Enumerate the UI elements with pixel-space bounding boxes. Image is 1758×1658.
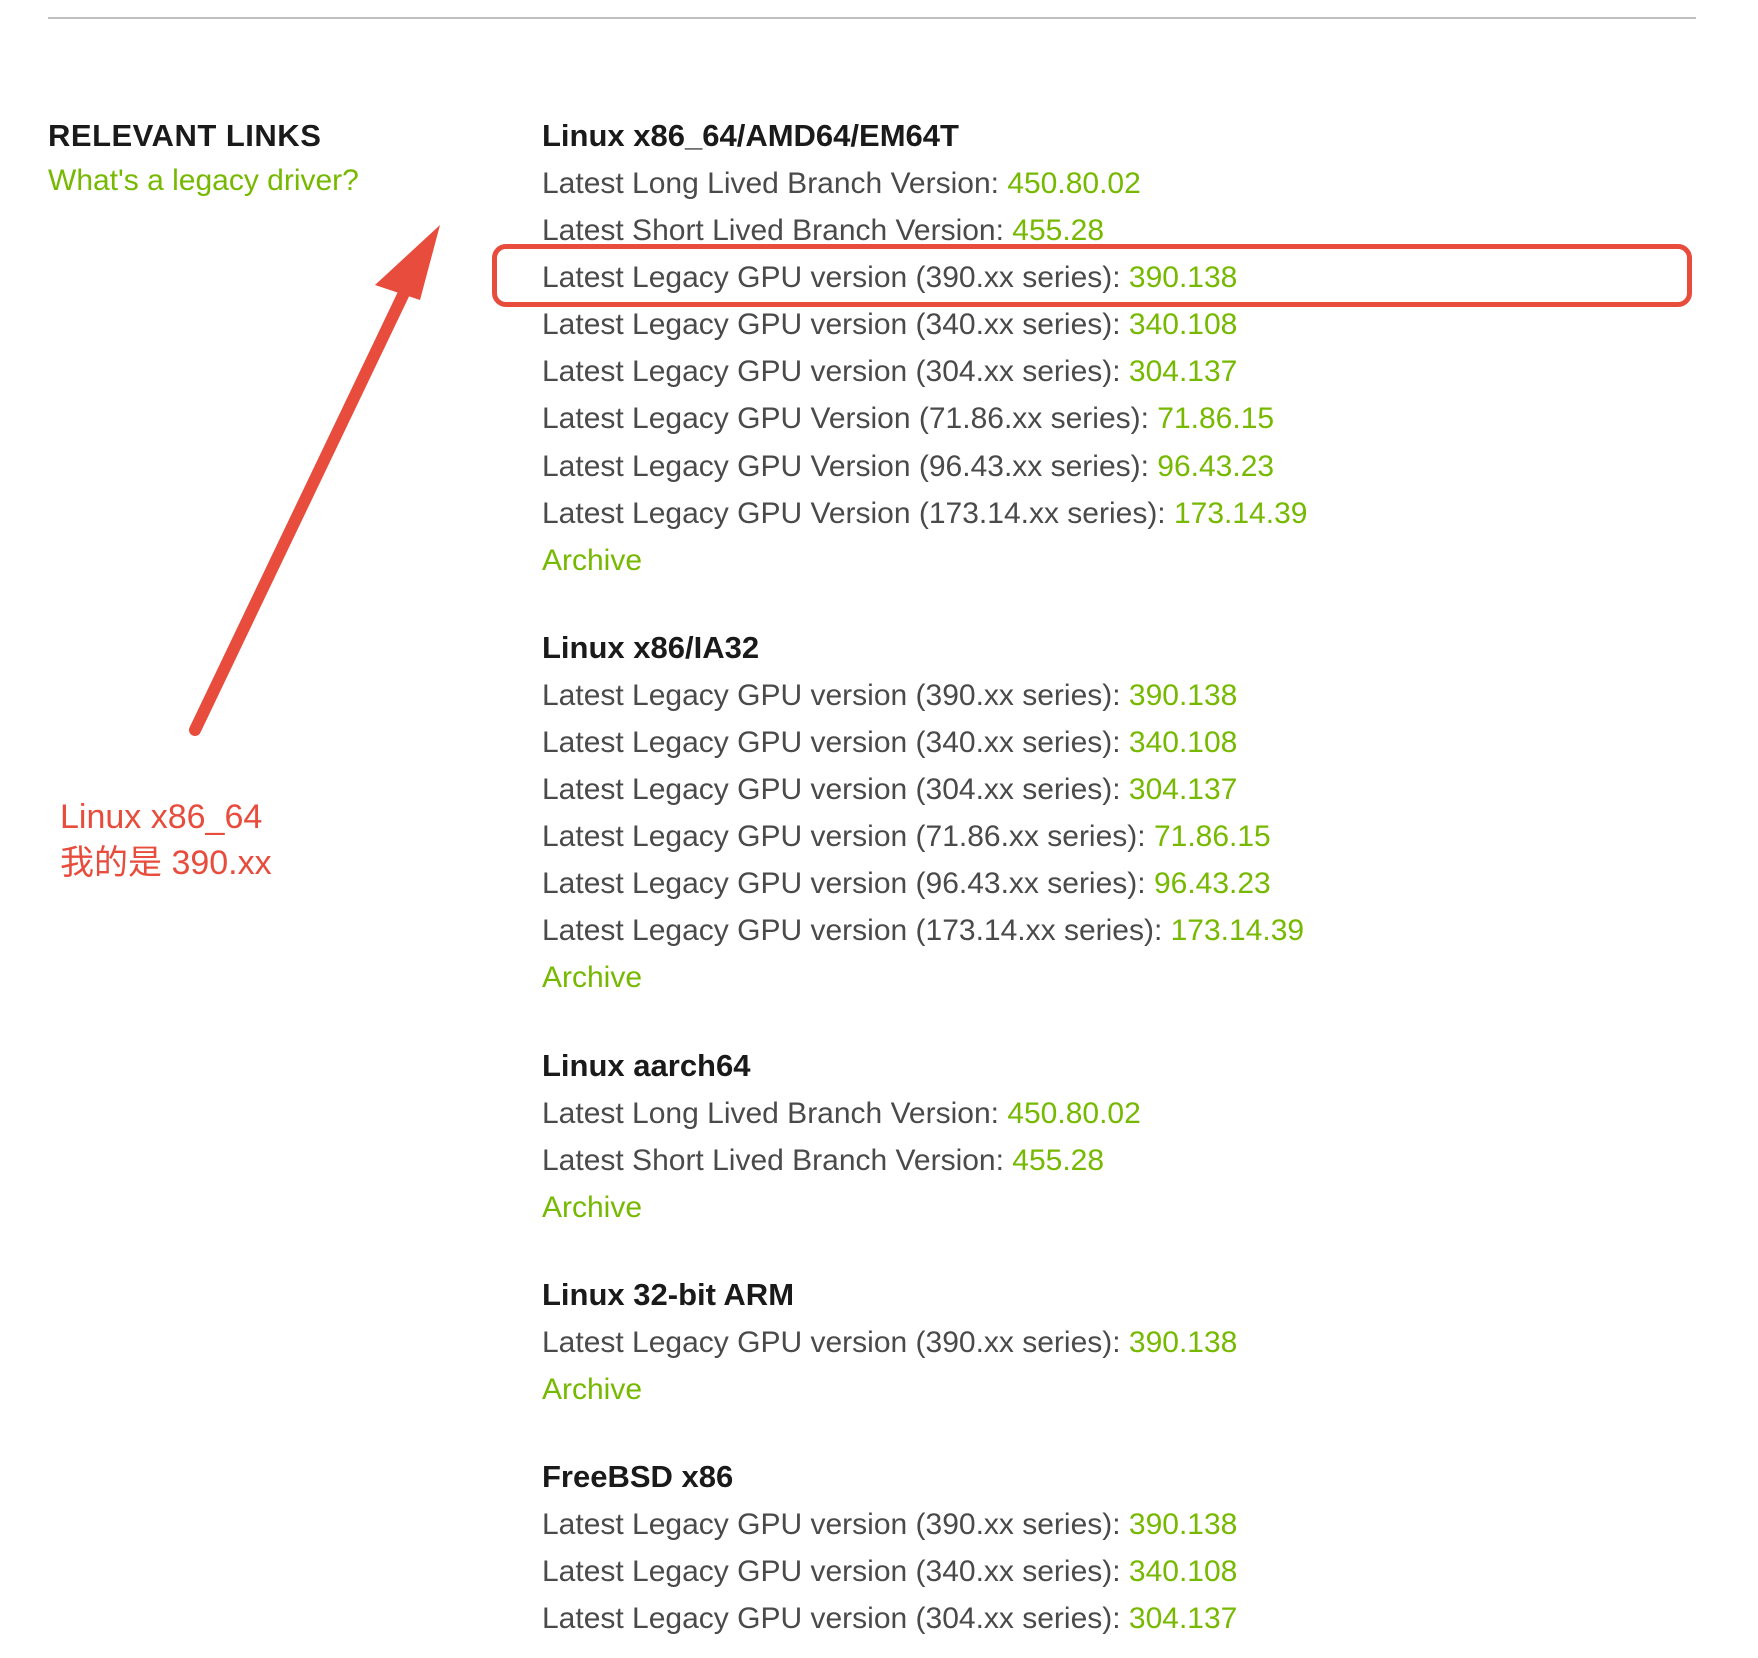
driver-entry-label: Latest Legacy GPU version (304.xx series… <box>542 773 1129 806</box>
driver-entry: Latest Legacy GPU Version (71.86.xx seri… <box>542 395 1642 442</box>
driver-version-link[interactable]: 173.14.39 <box>1171 914 1304 947</box>
driver-entry-label: Latest Legacy GPU version (390.xx series… <box>542 1508 1129 1541</box>
driver-entry: Latest Legacy GPU version (304.xx series… <box>542 766 1642 813</box>
driver-version-link[interactable]: 340.108 <box>1129 308 1237 341</box>
driver-version-link[interactable]: 450.80.02 <box>1007 1097 1140 1130</box>
driver-version-link[interactable]: 71.86.15 <box>1154 820 1271 853</box>
driver-entry-label: Latest Legacy GPU version (340.xx series… <box>542 1555 1129 1588</box>
driver-entry-label: Latest Legacy GPU version (96.43.xx seri… <box>542 867 1154 900</box>
driver-entry: Latest Legacy GPU version (173.14.xx ser… <box>542 907 1642 954</box>
driver-entry-label: Latest Long Lived Branch Version: <box>542 1097 1007 1130</box>
driver-version-link[interactable]: 390.138 <box>1129 1326 1237 1359</box>
driver-version-link[interactable]: 390.138 <box>1129 679 1237 712</box>
arrow-annotation <box>140 210 540 810</box>
section-gap <box>542 1002 1642 1048</box>
driver-entry-label: Latest Legacy GPU version (340.xx series… <box>542 726 1129 759</box>
driver-entry-label: Latest Legacy GPU Version (96.43.xx seri… <box>542 450 1157 483</box>
driver-entry-label: Latest Legacy GPU Version (71.86.xx seri… <box>542 402 1157 435</box>
driver-entry: Latest Short Lived Branch Version: 455.2… <box>542 207 1642 254</box>
driver-entry-label: Latest Legacy GPU version (390.xx series… <box>542 679 1129 712</box>
section-gap <box>542 584 1642 630</box>
platform-title: Linux x86/IA32 <box>542 630 1642 666</box>
driver-entry-label: Latest Short Lived Branch Version: <box>542 214 1012 247</box>
driver-entry: Latest Long Lived Branch Version: 450.80… <box>542 160 1642 207</box>
driver-entry: Latest Legacy GPU version (390.xx series… <box>542 1501 1642 1548</box>
driver-entry: Latest Legacy GPU version (340.xx series… <box>542 301 1642 348</box>
driver-version-link[interactable]: 304.137 <box>1129 355 1237 388</box>
driver-version-link[interactable]: 340.108 <box>1129 726 1237 759</box>
driver-entry: Latest Legacy GPU version (304.xx series… <box>542 348 1642 395</box>
section-gap <box>542 1231 1642 1277</box>
driver-entry-label: Latest Legacy GPU version (340.xx series… <box>542 308 1129 341</box>
driver-entry-label: Latest Legacy GPU version (304.xx series… <box>542 1602 1129 1635</box>
annotation-line-2: 我的是 390.xx <box>60 841 272 887</box>
driver-entry-label: Latest Legacy GPU version (390.xx series… <box>542 261 1129 294</box>
archive-link[interactable]: Archive <box>542 954 1642 1001</box>
driver-entry: Latest Long Lived Branch Version: 450.80… <box>542 1090 1642 1137</box>
section-gap <box>542 1413 1642 1459</box>
platform-title: FreeBSD x86 <box>542 1459 1642 1495</box>
driver-entry-label: Latest Legacy GPU version (304.xx series… <box>542 355 1129 388</box>
platform-title: Linux aarch64 <box>542 1048 1642 1084</box>
annotation-line-1: Linux x86_64 <box>60 795 272 841</box>
driver-version-link[interactable]: 450.80.02 <box>1007 167 1140 200</box>
driver-entry: Latest Short Lived Branch Version: 455.2… <box>542 1137 1642 1184</box>
driver-entry: Latest Legacy GPU version (340.xx series… <box>542 1548 1642 1595</box>
driver-version-link[interactable]: 96.43.23 <box>1157 450 1274 483</box>
driver-entry: Latest Legacy GPU version (390.xx series… <box>542 672 1642 719</box>
driver-version-link[interactable]: 173.14.39 <box>1174 497 1307 530</box>
driver-version-link[interactable]: 455.28 <box>1012 1144 1104 1177</box>
driver-version-link[interactable]: 455.28 <box>1012 214 1104 247</box>
driver-entry: Latest Legacy GPU version (390.xx series… <box>542 254 1642 301</box>
driver-version-link[interactable]: 390.138 <box>1129 261 1237 294</box>
horizontal-divider <box>48 17 1696 19</box>
driver-version-link[interactable]: 304.137 <box>1129 1602 1237 1635</box>
driver-entry: Latest Legacy GPU Version (96.43.xx seri… <box>542 443 1642 490</box>
annotation-text: Linux x86_64 我的是 390.xx <box>60 795 272 887</box>
driver-version-link[interactable]: 340.108 <box>1129 1555 1237 1588</box>
driver-entry: Latest Legacy GPU version (71.86.xx seri… <box>542 813 1642 860</box>
archive-link[interactable]: Archive <box>542 1366 1642 1413</box>
driver-entry-label: Latest Long Lived Branch Version: <box>542 167 1007 200</box>
platform-title: Linux x86_64/AMD64/EM64T <box>542 118 1642 154</box>
driver-entry-label: Latest Short Lived Branch Version: <box>542 1144 1012 1177</box>
sidebar: RELEVANT LINKS What's a legacy driver? <box>48 118 488 198</box>
archive-link[interactable]: Archive <box>542 1184 1642 1231</box>
platform-title: Linux 32-bit ARM <box>542 1277 1642 1313</box>
driver-entry-label: Latest Legacy GPU version (390.xx series… <box>542 1326 1129 1359</box>
driver-entry-label: Latest Legacy GPU version (71.86.xx seri… <box>542 820 1154 853</box>
driver-listing: Linux x86_64/AMD64/EM64T Latest Long Live… <box>542 118 1642 1642</box>
driver-entry: Latest Legacy GPU version (96.43.xx seri… <box>542 860 1642 907</box>
driver-entry: Latest Legacy GPU version (390.xx series… <box>542 1319 1642 1366</box>
driver-version-link[interactable]: 71.86.15 <box>1157 402 1274 435</box>
driver-version-link[interactable]: 304.137 <box>1129 773 1237 806</box>
driver-entry-label: Latest Legacy GPU version (173.14.xx ser… <box>542 914 1171 947</box>
driver-version-link[interactable]: 390.138 <box>1129 1508 1237 1541</box>
legacy-driver-link[interactable]: What's a legacy driver? <box>48 164 488 198</box>
driver-entry: Latest Legacy GPU Version (173.14.xx ser… <box>542 490 1642 537</box>
driver-entry: Latest Legacy GPU version (304.xx series… <box>542 1595 1642 1642</box>
driver-entry-label: Latest Legacy GPU Version (173.14.xx ser… <box>542 497 1174 530</box>
archive-link[interactable]: Archive <box>542 537 1642 584</box>
sidebar-title: RELEVANT LINKS <box>48 118 488 154</box>
driver-entry: Latest Legacy GPU version (340.xx series… <box>542 719 1642 766</box>
driver-version-link[interactable]: 96.43.23 <box>1154 867 1271 900</box>
